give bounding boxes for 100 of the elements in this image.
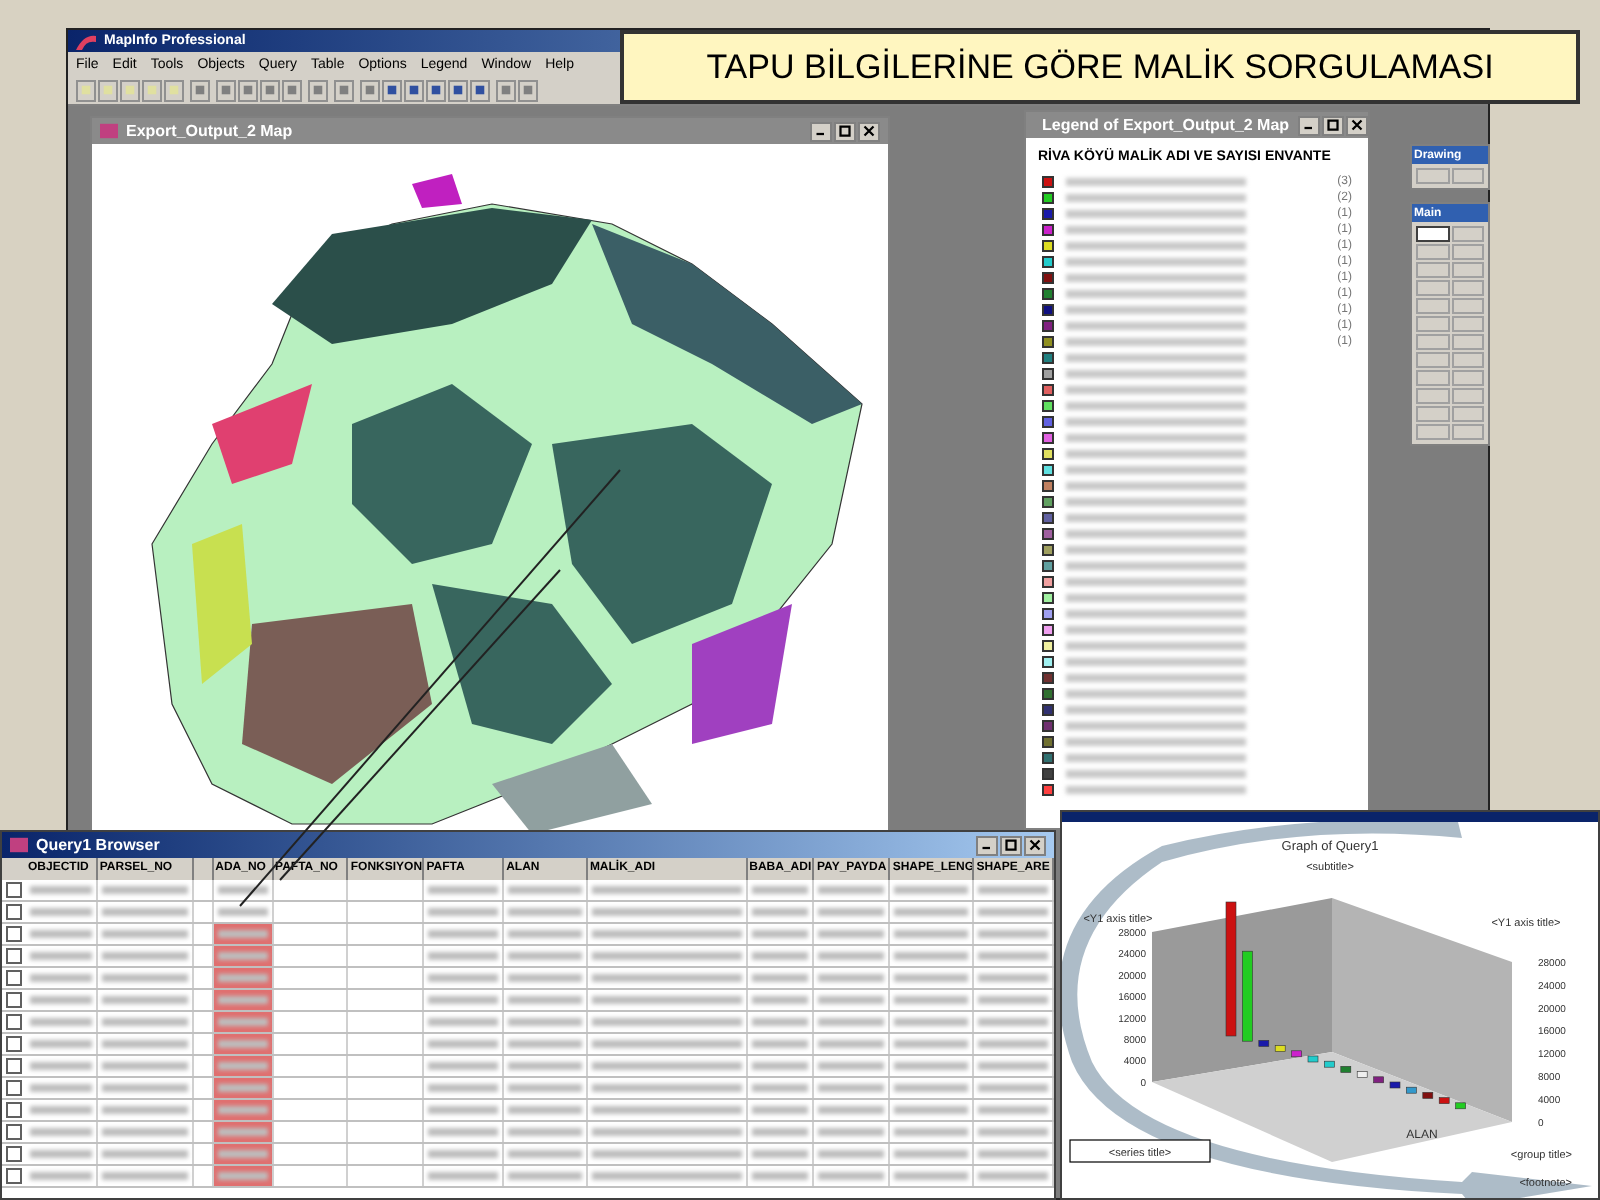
blurred-cell <box>894 996 969 1004</box>
square-icon <box>286 84 298 96</box>
blurred-cell <box>217 996 268 1004</box>
blurred-cell <box>818 1062 885 1070</box>
blurred-cell <box>29 1150 92 1158</box>
blurred-cell <box>894 886 969 894</box>
blurred-cell <box>101 1128 188 1136</box>
toolbar-button[interactable] <box>98 79 118 101</box>
blurred-cell <box>217 1128 268 1136</box>
maximize-icon <box>1323 116 1342 134</box>
blurred-cell <box>978 1018 1049 1026</box>
row-checkbox[interactable] <box>6 1168 22 1184</box>
row-checkbox[interactable] <box>6 1058 22 1074</box>
square-icon <box>168 84 180 96</box>
row-checkbox[interactable] <box>6 1080 22 1096</box>
blurred-cell <box>101 1106 188 1114</box>
toolbar-button[interactable] <box>448 79 468 101</box>
row-checkbox[interactable] <box>6 992 22 1008</box>
toolbar-button[interactable] <box>360 79 380 101</box>
blurred-cell <box>428 930 499 938</box>
blurred-cell <box>818 952 885 960</box>
blurred-cell <box>29 1040 92 1048</box>
square-icon <box>500 84 512 96</box>
blurred-cell <box>508 996 582 1004</box>
square-icon <box>146 84 158 96</box>
blurred-cell <box>508 1084 582 1092</box>
minimize-button[interactable] <box>810 121 832 141</box>
maximize-icon <box>1002 836 1020 854</box>
blurred-cell <box>978 1062 1049 1070</box>
toolbar-button[interactable] <box>190 79 210 101</box>
row-checkbox[interactable] <box>6 1102 22 1118</box>
square-icon <box>430 84 442 96</box>
toolbar-button[interactable] <box>404 79 424 101</box>
blurred-cell <box>29 1106 92 1114</box>
blurred-cell <box>428 1040 499 1048</box>
blurred-cell <box>101 952 188 960</box>
toolbar-button[interactable] <box>142 79 162 101</box>
close-icon <box>860 122 878 140</box>
close-button[interactable] <box>1345 115 1368 135</box>
minimize-button[interactable] <box>1297 115 1320 135</box>
blurred-cell <box>894 1150 969 1158</box>
blurred-cell <box>508 1018 582 1026</box>
blurred-cell <box>428 1172 499 1180</box>
blurred-cell <box>894 1062 969 1070</box>
row-checkbox[interactable] <box>6 970 22 986</box>
toolbar-button[interactable] <box>76 79 96 101</box>
blurred-cell <box>29 996 92 1004</box>
blurred-cell <box>894 1106 969 1114</box>
toolbar-button[interactable] <box>120 79 140 101</box>
row-checkbox[interactable] <box>6 882 22 898</box>
blurred-cell <box>101 1150 188 1158</box>
square-icon <box>474 84 486 96</box>
blurred-cell <box>101 886 188 894</box>
row-checkbox[interactable] <box>6 1036 22 1052</box>
blurred-cell <box>101 1172 188 1180</box>
toolbar-button[interactable] <box>496 79 516 101</box>
blurred-cell <box>818 1172 885 1180</box>
blurred-cell <box>428 1128 499 1136</box>
square-icon <box>522 84 534 96</box>
blurred-cell <box>29 908 92 916</box>
toolbar-button[interactable] <box>426 79 446 101</box>
row-checkbox[interactable] <box>6 904 22 920</box>
row-checkbox[interactable] <box>6 1014 22 1030</box>
banner-title: TAPU BİLGİLERİNE GÖRE MALİK SORGULAMASI <box>706 45 1494 90</box>
row-checkbox[interactable] <box>6 948 22 964</box>
toolbar-button[interactable] <box>164 79 184 101</box>
toolbar-button[interactable] <box>382 79 402 101</box>
square-icon <box>220 84 232 96</box>
blurred-cell <box>894 908 969 916</box>
window-icon <box>100 122 118 140</box>
minimize-button[interactable] <box>976 835 998 855</box>
close-button[interactable] <box>1024 835 1046 855</box>
toolbar-button[interactable] <box>282 79 302 101</box>
toolbar-button[interactable] <box>260 79 280 101</box>
blurred-cell <box>29 952 92 960</box>
toolbar-button[interactable] <box>334 79 354 101</box>
toolbar-button[interactable] <box>308 79 328 101</box>
maximize-button[interactable] <box>834 121 856 141</box>
blurred-cell <box>217 952 268 960</box>
blurred-cell <box>818 1084 885 1092</box>
close-button[interactable] <box>858 121 880 141</box>
maximize-button[interactable] <box>1321 115 1344 135</box>
blurred-cell <box>818 1106 885 1114</box>
window-title: Legend of Export_Output_2 Map <box>1042 117 1290 133</box>
blurred-cell <box>818 996 885 1004</box>
blurred-cell <box>751 1150 809 1158</box>
toolbar-button[interactable] <box>518 79 538 101</box>
row-checkbox[interactable] <box>6 1146 22 1162</box>
blurred-cell <box>101 1062 188 1070</box>
toolbar-button[interactable] <box>470 79 490 101</box>
blurred-cell <box>508 1150 582 1158</box>
blurred-cell <box>217 1172 268 1180</box>
toolbar-button[interactable] <box>216 79 236 101</box>
row-checkbox[interactable] <box>6 926 22 942</box>
row-checkbox[interactable] <box>6 1124 22 1140</box>
toolbar-button[interactable] <box>238 79 258 101</box>
blurred-cell <box>101 930 188 938</box>
maximize-button[interactable] <box>1000 835 1022 855</box>
blurred-cell <box>217 974 268 982</box>
tool-button[interactable] <box>1416 226 1449 242</box>
